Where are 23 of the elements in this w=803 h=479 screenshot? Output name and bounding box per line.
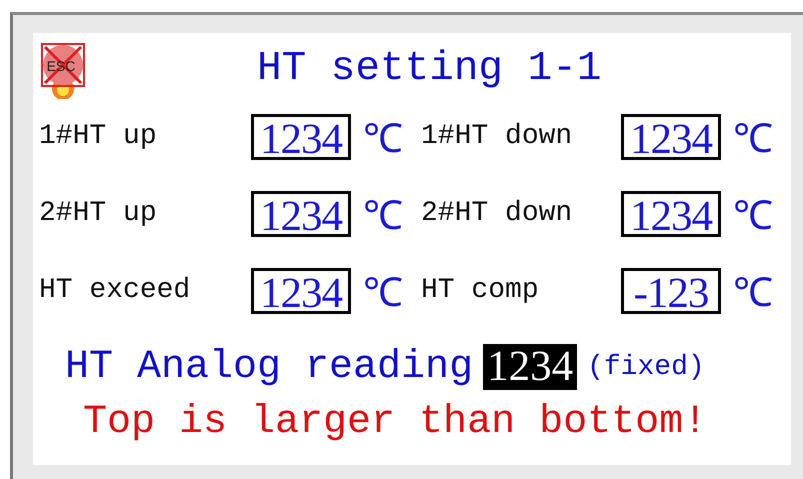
setting-label: 2#HT up (39, 198, 158, 229)
analog-value: 1234 (483, 344, 578, 390)
setting-label: 2#HT down (421, 198, 574, 229)
unit-label: ℃ (362, 192, 404, 240)
unit-label: ℃ (732, 192, 774, 240)
unit-label: ℃ (732, 269, 774, 317)
analog-label: HT Analog reading (65, 344, 474, 390)
setting-label: HT comp (421, 275, 540, 306)
unit-label: ℃ (732, 115, 774, 163)
value-field[interactable]: -123 (621, 268, 721, 314)
setting-label: HT exceed (39, 275, 192, 306)
setting-label: 1#HT up (39, 121, 158, 152)
value-field[interactable]: 1234 (251, 114, 351, 160)
value-field[interactable]: 1234 (621, 114, 721, 160)
setting-label: 1#HT down (421, 121, 574, 152)
fixed-note: (fixed) (587, 352, 705, 382)
value-field[interactable]: 1234 (251, 190, 351, 236)
warning-message: Top is larger than bottom! (83, 400, 708, 445)
screen-title: HT setting 1-1 (257, 46, 602, 92)
unit-label: ℃ (362, 115, 404, 163)
value-field[interactable]: 1234 (251, 268, 351, 314)
unit-label: ℃ (362, 269, 404, 317)
value-field[interactable]: 1234 (621, 190, 721, 236)
